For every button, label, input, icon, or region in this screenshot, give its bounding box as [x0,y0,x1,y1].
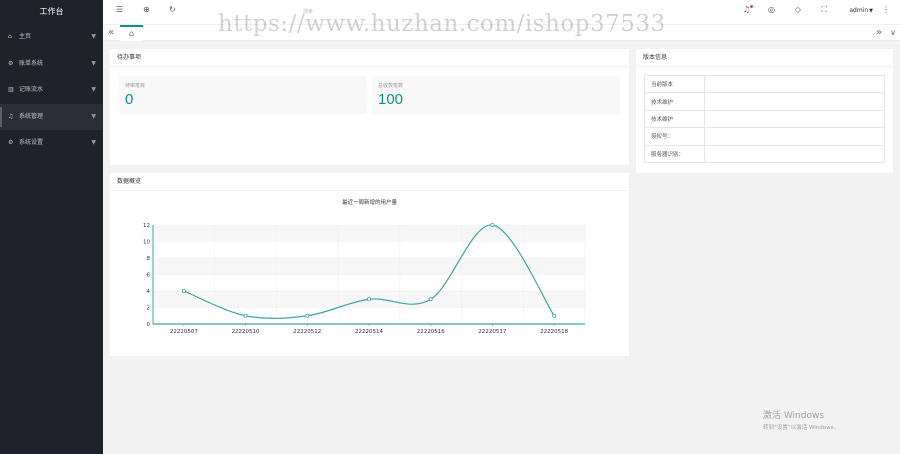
table-row: 技术维护 [644,109,885,129]
stat-value: 100 [378,91,404,108]
version-table: 当前版本 技术维护 技术维护 授权号： 服务器识别： [644,74,885,163]
caret-down-icon: ▼ [91,33,96,40]
row-label: 技术维护 [644,92,705,111]
sidebar-item-billing[interactable]: ⚙ 账单系统 ▼ [0,51,103,78]
more-icon[interactable]: ⋮ [882,5,890,14]
tab-scroll-right-icon[interactable]: » [876,25,882,41]
sidebar-item-system-settings[interactable]: ⚙ 系统设置 ▼ [0,130,103,157]
tab-scroll-left-icon[interactable]: « [108,25,114,41]
caret-down-icon: ▼ [869,8,873,14]
row-value [704,74,885,94]
home-icon: ⌂ [128,29,135,38]
stat-total-receipts[interactable]: 总收款笔数 100 [372,76,620,114]
table-row: 服务器识别： [644,144,885,163]
version-card: 版本信息 当前版本 技术维护 技术维护 授权号： 服务器识别： [636,49,893,173]
row-value [704,92,885,111]
card-title: 待办事项 [110,49,629,67]
bars-icon: ▥ [8,86,14,93]
tag-icon[interactable]: ◇ [795,5,801,14]
sidebar-item-label: 主页 [19,33,32,40]
fullscreen-icon[interactable]: ⛶ [821,5,827,15]
card-title: 数据概览 [110,173,629,191]
menu-toggle-icon[interactable]: ☰ [116,5,123,14]
gear-icon: ⚙ [8,59,14,67]
app-title: 工作台 [39,7,64,16]
chevron-down-icon[interactable]: ∨ [890,25,896,41]
sidebar-item-home[interactable]: ⌂ 主页 ▼ [0,24,103,51]
sidebar-item-ledger[interactable]: ▥ 记账流水 ▼ [0,77,103,104]
home-icon: ⌂ [8,33,12,40]
row-value [704,109,885,129]
caret-down-icon: ▼ [91,112,96,120]
sidebar: 工作台 ⌂ 主页 ▼ ⚙ 账单系统 ▼ ▥ 记账流水 ▼ ♫ 系统管理 ▼ ⚙ 系统设置 ▼ [0,0,103,454]
windows-activation-notice: 激活 Windows 转到“设置”以激活 Windows。 [763,408,839,431]
caret-down-icon: ▼ [91,86,96,93]
username: admin [849,7,869,14]
stat-label: 总收款笔数 [378,83,404,89]
chart-title: 最近一周新增的用户量 [341,200,397,206]
table-row: 技术维护 [644,92,885,111]
caret-down-icon: ▼ [91,139,96,146]
row-label: 服务器识别： [644,144,705,163]
bell-icon: ♫ [8,112,14,120]
todo-card: 待办事项 待审笔目 0 总收款笔数 100 [110,49,629,165]
table-row: 当前版本 [644,74,885,94]
sidebar-item-label: 系统设置 [19,139,44,146]
settings-icon: ⚙ [8,139,14,146]
theme-icon[interactable]: ◎ [768,5,775,14]
card-title: 版本信息 [636,49,893,67]
stat-value: 0 [125,91,134,108]
row-label: 授权号： [644,127,705,146]
row-value [704,144,885,163]
row-label: 当前版本 [644,74,705,94]
row-value [704,127,885,146]
activation-title: 激活 Windows [763,411,825,421]
stat-pending[interactable]: 待审笔目 0 [119,76,367,114]
globe-icon[interactable]: ⊕ [143,5,150,14]
user-menu[interactable]: admin▼ [849,7,873,14]
notification-dot [750,5,753,8]
stat-label: 待审笔目 [125,83,146,89]
tab-home[interactable]: ⌂ [120,25,143,41]
sidebar-item-label: 系统管理 [19,112,44,120]
activation-subtitle: 转到“设置”以激活 Windows。 [763,425,839,431]
sidebar-item-label: 账单系统 [19,59,44,67]
caret-down-icon: ▼ [91,59,96,67]
table-row: 授权号： [644,127,885,146]
sidebar-item-label: 记账流水 [19,86,44,93]
refresh-icon[interactable]: ↻ [169,5,176,14]
bell-icon[interactable]: ♫ [743,5,750,14]
row-label: 技术维护 [644,109,705,129]
sidebar-item-system-manage[interactable]: ♫ 系统管理 ▼ [0,103,103,130]
watermark-text: https://www.huzhan.com/ishop37533 [218,11,666,37]
